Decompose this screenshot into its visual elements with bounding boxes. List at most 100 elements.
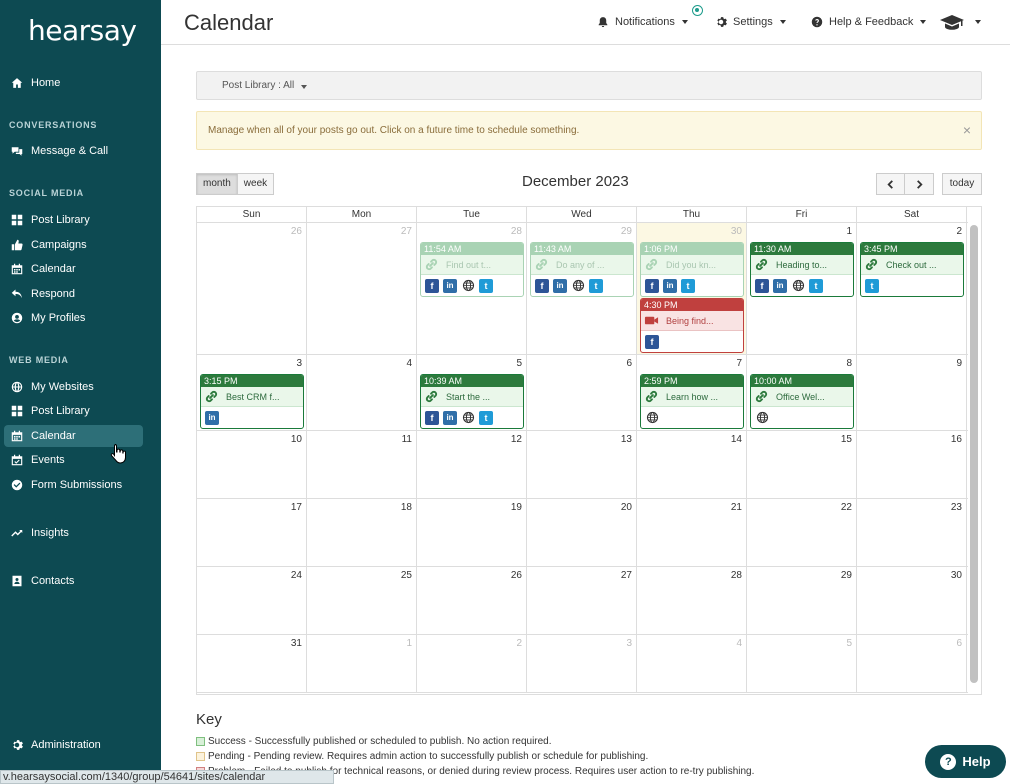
link-icon [424,389,446,404]
prev-month-button[interactable] [876,173,905,195]
calendar-day-cell[interactable]: 1 11:30 AM Heading to... f in t [747,223,857,354]
calendar-day-cell[interactable]: 14 [637,431,747,498]
day-number: 17 [290,502,302,513]
calendar-event[interactable]: 4:30 PM Being find... f [640,298,744,353]
calendar-day-cell[interactable]: 29 [747,567,857,634]
event-body: Start the ... [421,387,523,407]
sidebar-item-post-library-web[interactable]: Post Library [4,400,143,422]
event-time: 10:00 AM [751,375,853,387]
day-number: 13 [620,434,632,445]
linkedin-icon: in [663,278,677,293]
calendar-day-cell[interactable]: 26 [417,567,527,634]
calendar-day-cell[interactable]: 1 [307,635,417,692]
today-button[interactable]: today [942,173,982,195]
calendar-day-cell[interactable]: 21 [637,499,747,566]
month-view-button[interactable]: month [196,173,238,195]
calendar-day-cell[interactable]: 22 [747,499,857,566]
facebook-icon: f [425,278,439,293]
calendar-day-cell[interactable]: 13 [527,431,637,498]
post-library-filter[interactable]: Post Library : All [196,71,982,100]
sidebar-item-label: My Profiles [31,312,86,324]
calendar-scrollbar[interactable] [970,225,978,683]
calendar-day-cell[interactable]: 30 [857,567,967,634]
sidebar-item-calendar[interactable]: Calendar [4,258,143,280]
sidebar-item-my-profiles[interactable]: My Profiles [4,307,143,329]
calendar-event[interactable]: 11:30 AM Heading to... f in t [750,242,854,297]
key-item: Pending - Pending review. Requires admin… [196,751,648,762]
sidebar: hearsay Home CONVERSATIONS Message & Call S… [0,0,161,784]
calendar-day-cell[interactable]: 5 10:39 AM Start the ... f in t [417,355,527,430]
sidebar-item-message-call[interactable]: Message & Call [4,140,143,162]
calendar-day-cell[interactable]: 30 1:06 PM Did you kn... f in t 4:30 PM Being f… [637,223,747,354]
calendar-day-cell[interactable]: 6 [857,635,967,692]
settings-menu[interactable]: Settings [715,16,786,28]
contact-card-icon [10,574,24,588]
help-feedback-menu[interactable]: Help & Feedback [811,16,927,28]
calendar-day-cell[interactable]: 9 [857,355,967,430]
calendar-day-cell[interactable]: 3 [527,635,637,692]
sidebar-item-my-websites[interactable]: My Websites [4,376,143,398]
calendar-day-cell[interactable]: 31 [197,635,307,692]
calendar-event[interactable]: 11:54 AM Find out t... f in t [420,242,524,297]
calendar-day-cell[interactable]: 28 [637,567,747,634]
notifications-menu[interactable]: Notifications [597,16,688,28]
academy-menu[interactable] [939,14,981,30]
calendar-day-cell[interactable]: 8 10:00 AM Office Wel... [747,355,857,430]
calendar-event[interactable]: 3:15 PM Best CRM f... in [200,374,304,429]
calendar-day-cell[interactable]: 6 [527,355,637,430]
link-icon [204,389,226,404]
status-bar-url: v.hearsaysocial.com/1340/group/54641/sit… [0,770,334,784]
calendar-day-cell[interactable]: 5 [747,635,857,692]
sidebar-item-label: My Websites [31,381,94,393]
linkedin-icon: in [553,278,567,293]
calendar-day-cell[interactable]: 2 [417,635,527,692]
event-networks: f in t [751,275,853,296]
calendar-event[interactable]: 11:43 AM Do any of ... f in t [530,242,634,297]
sidebar-item-form-submissions[interactable]: Form Submissions [4,474,143,496]
calendar-day-cell[interactable]: 27 [527,567,637,634]
calendar-day-cell[interactable]: 10 [197,431,307,498]
event-time: 11:54 AM [421,243,523,255]
calendar-day-cell[interactable]: 24 [197,567,307,634]
calendar-event[interactable]: 2:59 PM Learn how ... [640,374,744,429]
filter-label: Post Library : All [222,80,295,91]
help-button[interactable]: ? Help [925,745,1006,778]
calendar-day-cell[interactable]: 18 [307,499,417,566]
week-view-button[interactable]: week [237,173,275,195]
sidebar-item-respond[interactable]: Respond [4,283,143,305]
day-number: 6 [626,358,632,369]
calendar-event[interactable]: 10:39 AM Start the ... f in t [420,374,524,429]
calendar-event[interactable]: 1:06 PM Did you kn... f in t [640,242,744,297]
sidebar-item-administration[interactable]: Administration [4,734,143,756]
calendar-day-cell[interactable]: 19 [417,499,527,566]
calendar-day-cell[interactable]: 4 [637,635,747,692]
calendar-day-cell[interactable]: 28 11:54 AM Find out t... f in t [417,223,527,354]
calendar-day-cell[interactable]: 27 [307,223,417,354]
calendar-day-cell[interactable]: 29 11:43 AM Do any of ... f in t [527,223,637,354]
key-text: Success - Successfully published or sche… [208,736,552,747]
calendar-day-cell[interactable]: 7 2:59 PM Learn how ... [637,355,747,430]
calendar-day-cell[interactable]: 2 3:45 PM Check out ... t [857,223,967,354]
calendar-day-cell[interactable]: 20 [527,499,637,566]
calendar-event[interactable]: 3:45 PM Check out ... t [860,242,964,297]
calendar-day-cell[interactable]: 15 [747,431,857,498]
close-icon[interactable]: × [963,122,971,138]
calendar-event[interactable]: 10:00 AM Office Wel... [750,374,854,429]
sidebar-item-contacts[interactable]: Contacts [4,570,143,592]
calendar-day-cell[interactable]: 25 [307,567,417,634]
calendar-day-cell[interactable]: 3 3:15 PM Best CRM f... in [197,355,307,430]
hearsay-logo[interactable]: hearsay [28,14,137,47]
calendar-day-cell[interactable]: 23 [857,499,967,566]
calendar-day-cell[interactable]: 17 [197,499,307,566]
sidebar-item-post-library[interactable]: Post Library [4,209,143,231]
calendar-day-cell[interactable]: 16 [857,431,967,498]
sidebar-item-home[interactable]: Home [4,72,143,94]
calendar-day-cell[interactable]: 12 [417,431,527,498]
next-month-button[interactable] [905,173,934,195]
calendar-day-cell[interactable]: 26 [197,223,307,354]
calendar-day-cell[interactable]: 11 [307,431,417,498]
sidebar-item-insights[interactable]: Insights [4,522,143,544]
key-swatch [196,752,205,761]
sidebar-item-campaigns[interactable]: Campaigns [4,234,143,256]
calendar-day-cell[interactable]: 4 [307,355,417,430]
